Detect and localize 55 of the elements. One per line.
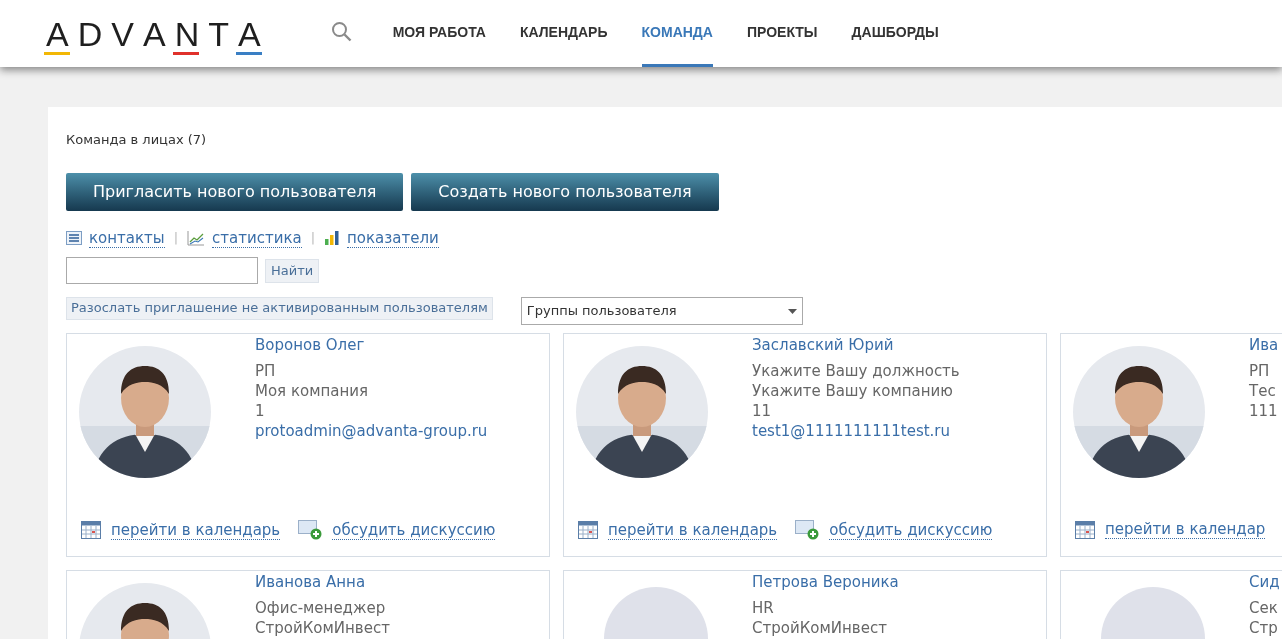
- add-comment-icon: [298, 520, 323, 540]
- nav-tab[interactable]: ДАШБОРДЫ: [851, 0, 939, 67]
- user-detail: HR: [752, 598, 775, 618]
- invite-user-button[interactable]: Пригласить нового пользователя: [66, 173, 404, 211]
- create-user-button[interactable]: Создать нового пользователя: [411, 173, 719, 211]
- bar-chart-icon: [324, 230, 341, 246]
- user-detail: 1: [255, 401, 266, 421]
- nav-tab[interactable]: ПРОЕКТЫ: [746, 0, 818, 67]
- user-detail: Стр: [1249, 618, 1279, 638]
- page-title: Команда в лицах (7): [66, 132, 208, 148]
- search-field[interactable]: [66, 257, 258, 284]
- separator: |: [310, 229, 316, 248]
- user-detail: Офис-менеджер: [255, 598, 387, 618]
- user-detail: Укажите Вашу компанию: [752, 381, 954, 401]
- discussion-link[interactable]: обсудить дискуссию: [332, 520, 496, 540]
- add-comment-icon: [795, 520, 820, 540]
- user-detail: 111: [1249, 401, 1279, 421]
- view-link[interactable]: статистика: [212, 228, 302, 248]
- calendar-icon: [578, 521, 598, 539]
- user-name[interactable]: Ива: [1249, 335, 1279, 355]
- discussion-link[interactable]: обсудить дискуссию: [829, 520, 993, 540]
- view-link[interactable]: контакты: [89, 228, 165, 248]
- caret-icon: [787, 308, 797, 314]
- search-icon[interactable]: [330, 20, 353, 43]
- list-icon: [66, 231, 82, 245]
- calendar-link[interactable]: перейти в календарь: [111, 520, 281, 540]
- line-chart-icon: [187, 230, 205, 246]
- user-detail: СтройКомИнвест: [752, 618, 888, 638]
- email-link[interactable]: protoadmin@advanta-group.ru: [255, 421, 488, 441]
- user-detail: Моя компания: [255, 381, 370, 401]
- separator: |: [173, 229, 178, 248]
- nav-tab[interactable]: МОЯ РАБОТА: [392, 0, 486, 67]
- email-link[interactable]: test1@1111111111test.ru: [752, 421, 960, 441]
- user-detail: Тес: [1249, 381, 1277, 401]
- user-detail: РП: [255, 361, 277, 381]
- calendar-icon: [1075, 520, 1095, 539]
- user-detail: Укажите Вашу должность: [752, 361, 960, 381]
- nav-tab[interactable]: КАЛЕНДАРЬ: [519, 0, 608, 67]
- user-name[interactable]: Воронов Олег: [255, 335, 488, 355]
- find-button[interactable]: Найти: [265, 258, 320, 283]
- calendar-link[interactable]: перейти в календар: [1105, 520, 1266, 539]
- user-detail: 11: [752, 401, 773, 421]
- user-detail: СтройКомИнвест: [255, 618, 390, 638]
- groups-dropdown[interactable]: Группы пользователя: [520, 297, 803, 325]
- view-link[interactable]: показатели: [347, 228, 439, 248]
- user-detail: РП: [1249, 361, 1271, 381]
- user-detail: Сек: [1249, 598, 1279, 618]
- nav-tab[interactable]: КОМАНДА: [641, 0, 713, 67]
- user-name[interactable]: Петрова Вероника: [752, 572, 899, 592]
- calendar-icon: [81, 521, 101, 539]
- user-name[interactable]: Заславский Юрий: [752, 335, 960, 355]
- user-name[interactable]: Иванова Анна: [255, 572, 390, 592]
- calendar-link[interactable]: перейти в календарь: [608, 520, 778, 540]
- send-invitations-button[interactable]: Разослать приглашение не активированным пользователям: [66, 296, 493, 320]
- user-name[interactable]: Сид: [1249, 572, 1280, 592]
